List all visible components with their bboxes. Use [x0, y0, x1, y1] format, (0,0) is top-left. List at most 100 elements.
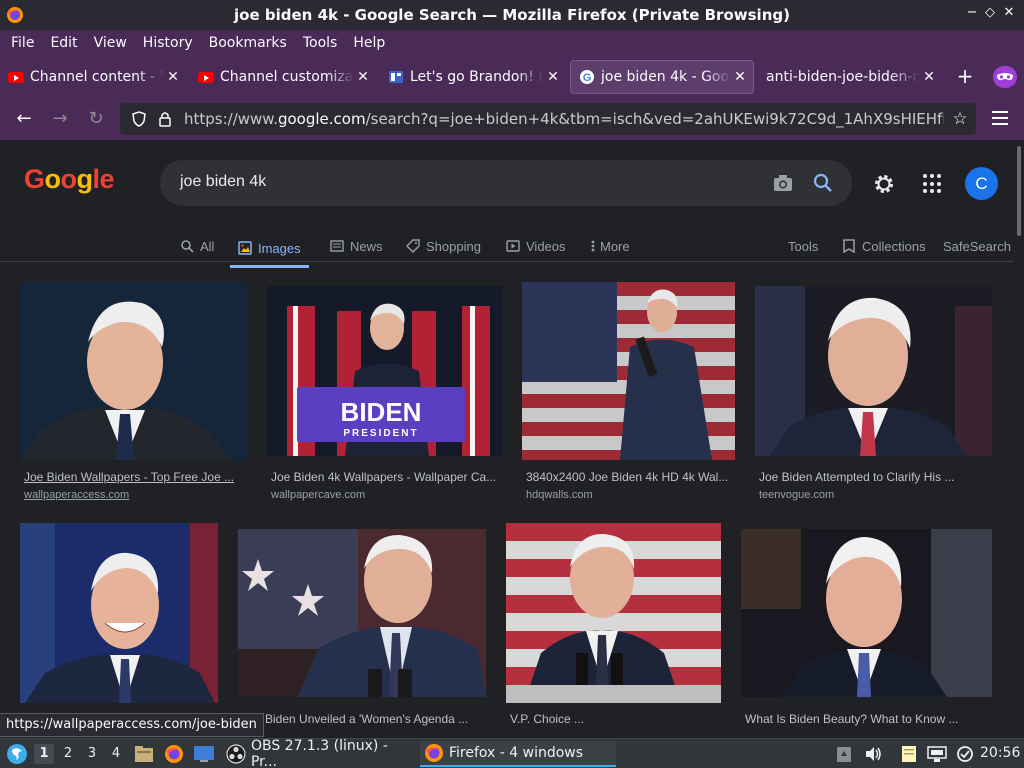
tab-lets-go-brandon[interactable]: Let's go Brandon! (Joe Biden) ✕ [380, 60, 566, 94]
result-image-4[interactable] [755, 286, 992, 456]
bookmark-star-icon[interactable]: ☆ [950, 109, 970, 129]
network-icon[interactable] [927, 745, 947, 763]
maximize-button[interactable]: ◇ [982, 5, 998, 20]
apps-grid-icon[interactable] [923, 174, 943, 194]
tab-google-search[interactable]: G joe biden 4k - Google Search ✕ [570, 60, 754, 94]
tab-close-icon[interactable]: ✕ [164, 69, 182, 85]
tab-close-icon[interactable]: ✕ [544, 69, 562, 85]
tab-all[interactable]: All [180, 231, 214, 261]
avatar[interactable]: C [965, 167, 998, 200]
result-image-3[interactable] [522, 282, 735, 460]
result-image-8[interactable] [741, 529, 992, 697]
tab-images[interactable]: Images [230, 231, 309, 268]
lock-icon[interactable] [156, 110, 174, 128]
result-image-6[interactable] [238, 529, 486, 697]
result-source-4[interactable]: teenvogue.com [759, 489, 834, 501]
search-box[interactable]: joe biden 4k [160, 160, 852, 206]
result-source-1[interactable]: wallpaperaccess.com [24, 489, 129, 501]
menu-tools[interactable]: Tools [296, 35, 345, 51]
new-tab-button[interactable]: + [954, 66, 976, 88]
safesearch-button[interactable]: SafeSearch [943, 231, 1011, 261]
url-text[interactable]: https://www.google.com/search?q=joe+bide… [184, 110, 944, 128]
generic-page-icon [388, 69, 404, 85]
menu-bookmarks[interactable]: Bookmarks [202, 35, 294, 51]
google-logo[interactable]: Google [24, 164, 115, 195]
bookmark-icon [842, 239, 856, 253]
task-obs[interactable]: OBS 27.1.3 (linux) - Pr... [222, 738, 418, 768]
forward-button[interactable]: → [48, 107, 72, 131]
menu-view[interactable]: View [87, 35, 134, 51]
result-source-3[interactable]: hdqwalls.com [526, 489, 593, 501]
result-title-3[interactable]: 3840x2400 Joe Biden 4k HD 4k Wal... [526, 470, 736, 484]
menu-help[interactable]: Help [346, 35, 392, 51]
tab-close-icon[interactable]: ✕ [731, 69, 749, 85]
tools-button[interactable]: Tools [788, 231, 818, 261]
shield-icon[interactable] [130, 110, 148, 128]
tab-shopping[interactable]: Shopping [406, 231, 481, 261]
tab-channel-customization[interactable]: Channel customization - YouTube Studio ✕ [190, 60, 376, 94]
taskbar: 1 2 3 4 OBS 27.1.3 (linux) - Pr... Firef… [0, 738, 1024, 768]
news-icon [330, 239, 344, 253]
sign-text-biden: BIDEN [341, 397, 422, 427]
firefox-launcher-icon[interactable] [164, 744, 184, 764]
menu-history[interactable]: History [136, 35, 200, 51]
workspace-1[interactable]: 1 [34, 744, 54, 764]
camera-icon[interactable] [772, 172, 794, 194]
close-window-button[interactable]: ✕ [1001, 5, 1017, 20]
result-title-2[interactable]: Joe Biden 4k Wallpapers - Wallpaper Ca..… [271, 470, 501, 484]
update-notifier-icon[interactable] [956, 745, 974, 763]
search-icon[interactable] [812, 172, 834, 194]
notes-tray-icon[interactable] [900, 745, 918, 763]
tag-icon [406, 239, 420, 253]
workspace-3[interactable]: 3 [82, 744, 102, 764]
tab-videos[interactable]: Videos [506, 231, 566, 261]
start-menu-icon[interactable] [6, 743, 28, 765]
result-source-2[interactable]: wallpapercave.com [271, 489, 365, 501]
result-title-6[interactable]: Biden Unveiled a 'Women's Agenda ... [265, 712, 487, 726]
workspace-2[interactable]: 2 [58, 744, 78, 764]
minimize-button[interactable]: − [964, 5, 980, 20]
search-input[interactable]: joe biden 4k [180, 173, 266, 191]
obs-icon [226, 744, 246, 764]
gear-icon[interactable] [872, 172, 896, 196]
menu-bar: File Edit View History Bookmarks Tools H… [0, 30, 1024, 56]
reload-button[interactable]: ↻ [84, 107, 108, 131]
tab-channel-content[interactable]: Channel content - YouTube Studio ✕ [0, 60, 186, 94]
file-manager-icon[interactable] [134, 745, 154, 763]
google-icon: G [579, 69, 595, 85]
volume-icon[interactable] [864, 745, 882, 763]
collections-button[interactable]: Collections [842, 231, 926, 261]
google-page: Google joe biden 4k C All Images News Sh… [0, 140, 1014, 740]
result-image-7[interactable] [506, 523, 721, 703]
workspace-4[interactable]: 4 [106, 744, 126, 764]
result-title-7[interactable]: V.P. Choice ... [510, 712, 720, 726]
tab-close-icon[interactable]: ✕ [920, 69, 938, 85]
tab-more[interactable]: More [590, 231, 630, 261]
image-icon [238, 241, 252, 255]
clipboard-tray-icon[interactable] [836, 745, 852, 763]
task-firefox[interactable]: Firefox - 4 windows [420, 741, 616, 767]
result-title-1[interactable]: Joe Biden Wallpapers - Top Free Joe ... [24, 470, 244, 484]
private-browsing-icon [993, 66, 1017, 88]
result-image-1[interactable] [20, 282, 247, 460]
tab-news[interactable]: News [330, 231, 383, 261]
url-bar[interactable]: https://www.google.com/search?q=joe+bide… [120, 103, 976, 135]
tab-close-icon[interactable]: ✕ [354, 69, 372, 85]
tab-label: Let's go Brandon! (Joe Biden) [410, 69, 544, 85]
app-menu-icon[interactable] [990, 107, 1010, 131]
result-image-2[interactable]: BIDEN PRESIDENT [267, 286, 502, 456]
menu-file[interactable]: File [4, 35, 41, 51]
window-titlebar: joe biden 4k - Google Search — Mozilla F… [0, 0, 1024, 30]
tab-bar: Channel content - YouTube Studio ✕ Chann… [0, 56, 1024, 98]
tab-label: Channel content - YouTube Studio [30, 69, 164, 85]
menu-edit[interactable]: Edit [43, 35, 84, 51]
desktop-icon[interactable] [193, 745, 215, 763]
page-scrollbar[interactable] [1014, 140, 1024, 740]
result-title-4[interactable]: Joe Biden Attempted to Clarify His ... [759, 470, 989, 484]
tab-label: joe biden 4k - Google Search [601, 69, 731, 85]
result-image-5[interactable] [20, 523, 218, 703]
tab-anti-biden[interactable]: anti-biden-joe-biden-no- ✕ [758, 60, 942, 94]
result-title-8[interactable]: What Is Biden Beauty? What to Know ... [745, 712, 991, 726]
back-button[interactable]: ← [12, 107, 36, 131]
clock[interactable]: 20:56 [980, 745, 1020, 761]
